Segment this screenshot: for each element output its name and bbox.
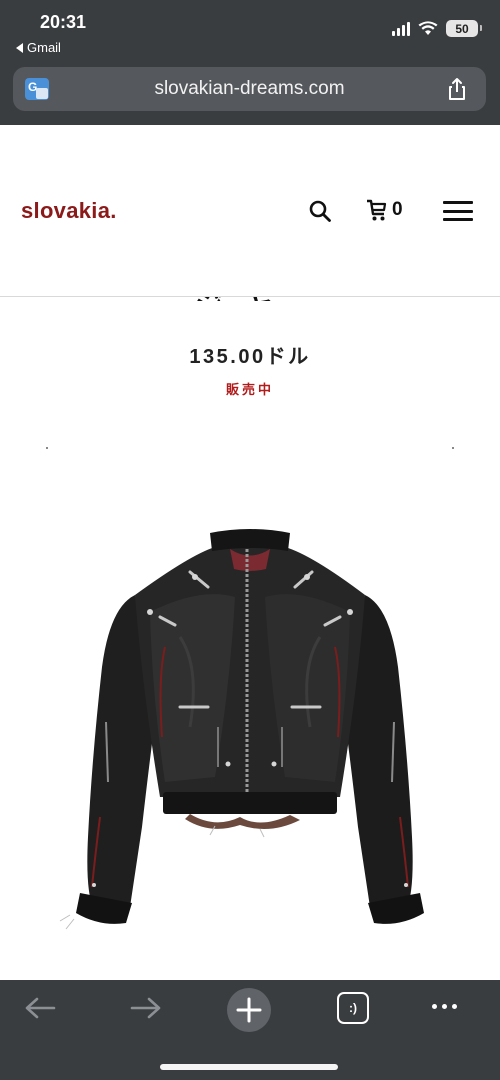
tabs-icon[interactable]: :) — [337, 992, 369, 1024]
product-title-fragment: ジャ — [0, 297, 500, 301]
url-bar[interactable]: G slovakian-dreams.com — [13, 67, 486, 111]
browser-bottom-toolbar: :) — [0, 980, 500, 1080]
search-icon[interactable] — [308, 199, 332, 223]
status-badge: 販売中 — [225, 382, 274, 397]
back-app-label: Gmail — [27, 40, 61, 55]
home-indicator — [160, 1064, 338, 1070]
browser-top-chrome: 20:31 Gmail 50 G slovakian-dreams.com — [0, 0, 500, 125]
cart-button[interactable]: 0 — [366, 198, 403, 222]
menu-icon[interactable] — [443, 201, 473, 221]
cart-icon — [367, 199, 387, 221]
url-text[interactable]: slovakian-dreams.com — [13, 78, 486, 100]
site-header: slovakia. 0 — [0, 125, 500, 297]
product-content: ジャ 135.00ドル 販売中 — [0, 297, 500, 980]
forward-arrow-icon[interactable] — [128, 994, 164, 1022]
cellular-signal-icon — [392, 21, 410, 36]
battery-icon: 50 — [446, 20, 482, 37]
product-title-text: ジャ — [195, 297, 298, 301]
status-time: 20:31 — [40, 12, 87, 32]
status-icons: 50 — [392, 20, 482, 37]
share-icon[interactable] — [444, 76, 470, 102]
back-to-app-link[interactable]: Gmail — [16, 40, 61, 55]
cart-count: 0 — [392, 199, 403, 220]
plus-icon — [236, 997, 262, 1023]
new-tab-button[interactable] — [227, 988, 271, 1032]
wifi-icon — [418, 21, 438, 35]
product-image[interactable] — [40, 437, 460, 937]
more-icon[interactable] — [432, 1004, 457, 1009]
product-price: 135.00ドル — [189, 346, 311, 368]
site-logo[interactable]: slovakia. — [21, 198, 117, 224]
back-triangle-icon — [16, 42, 23, 53]
back-arrow-icon[interactable] — [22, 994, 58, 1022]
